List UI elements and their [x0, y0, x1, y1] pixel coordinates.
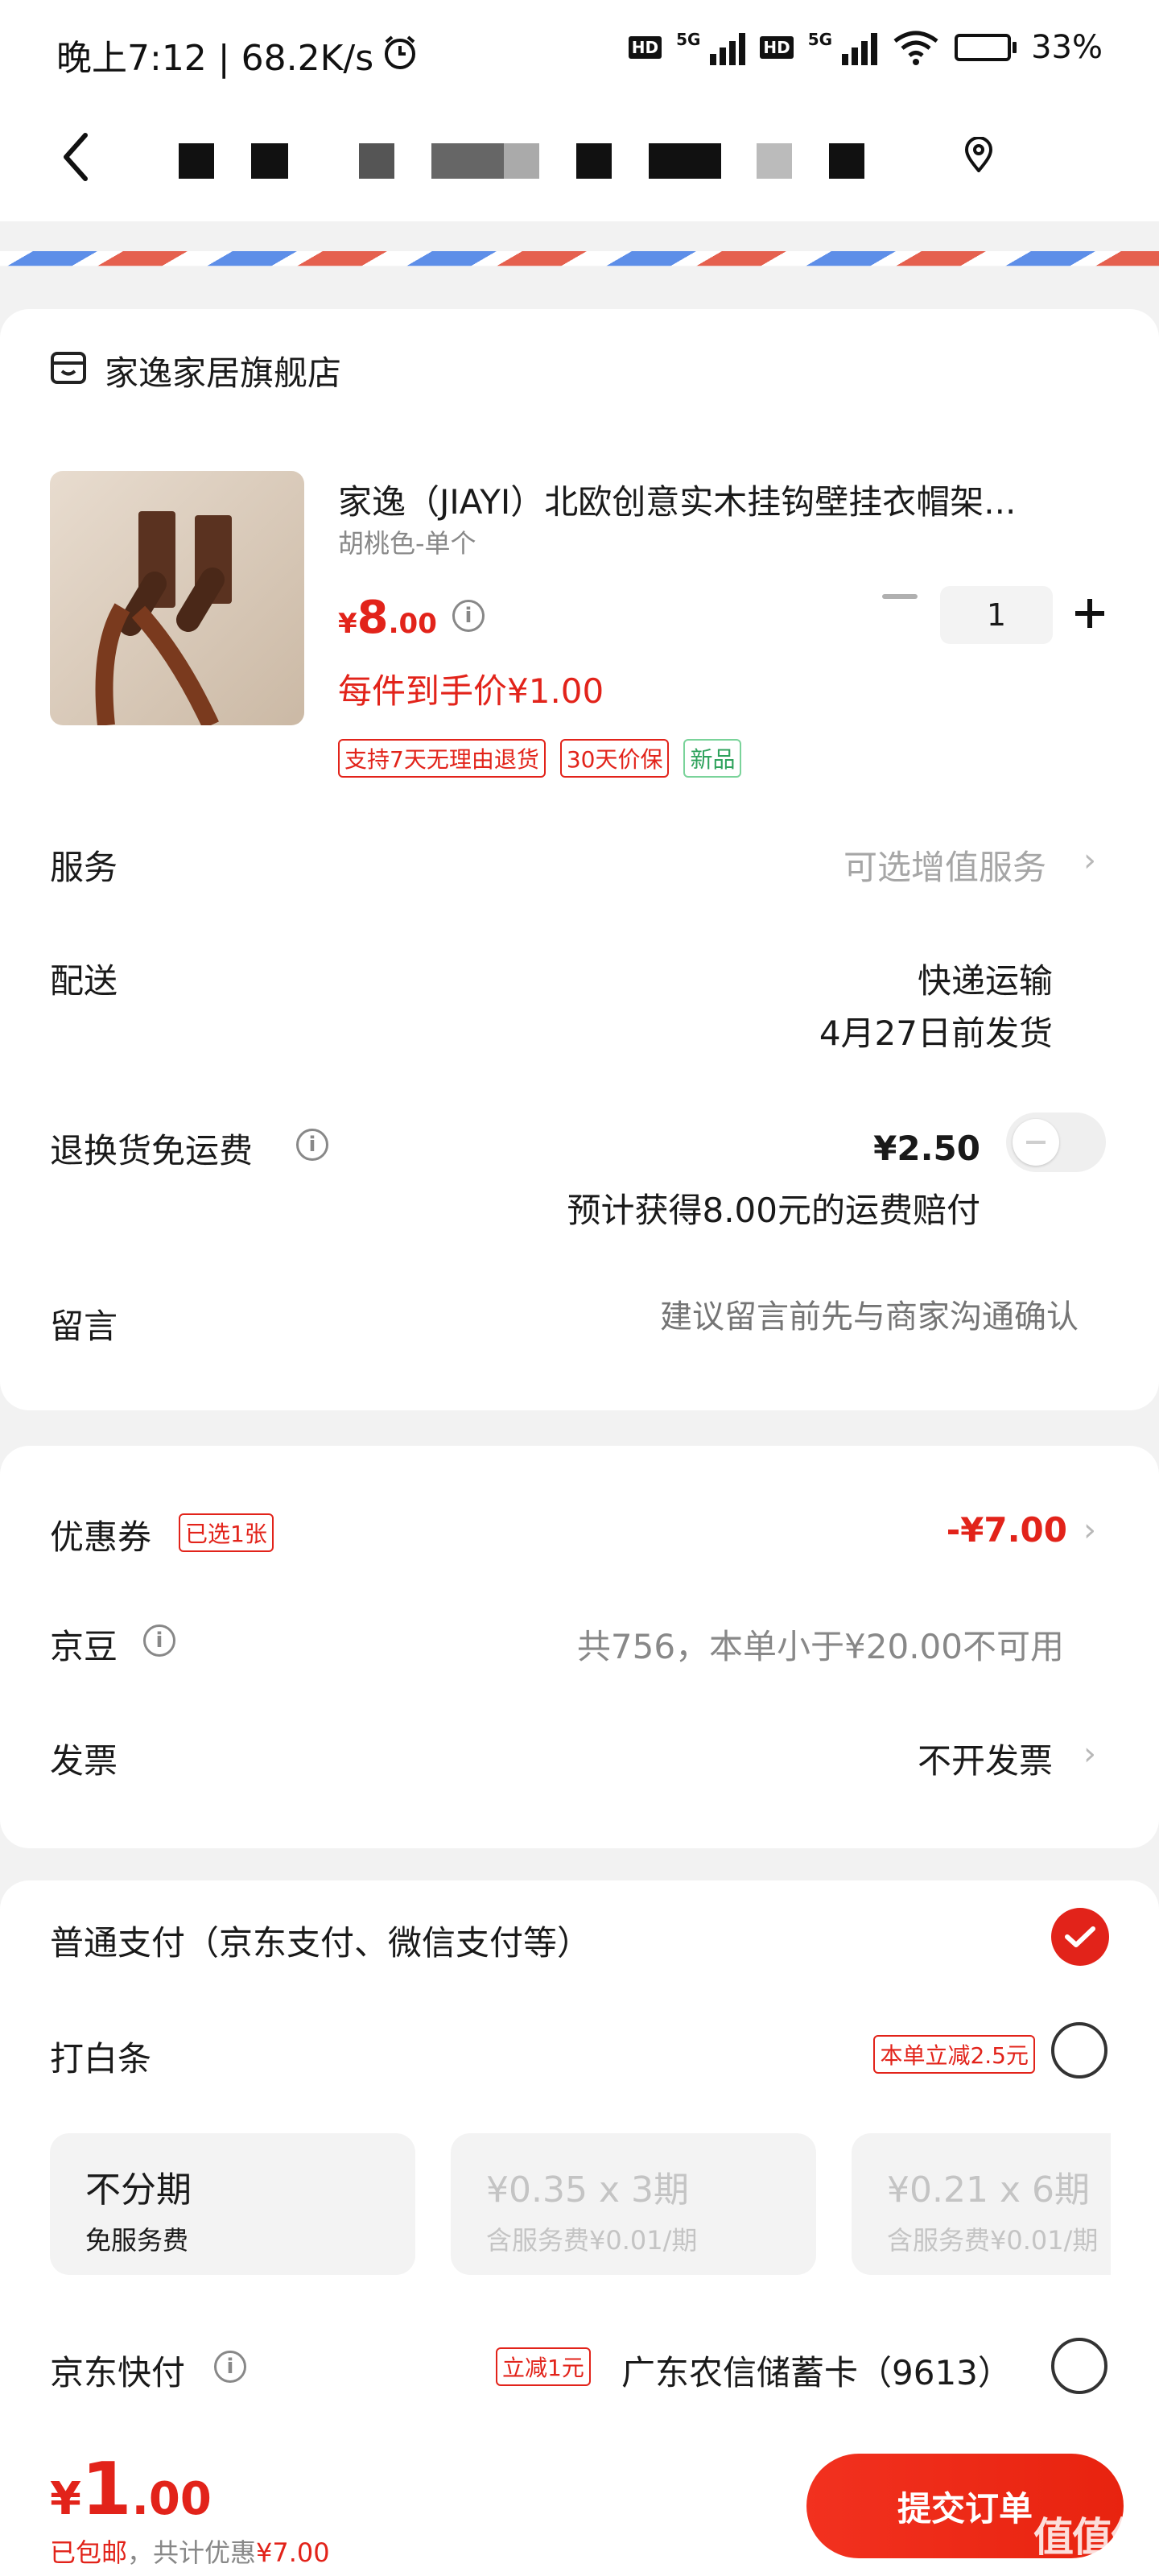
total-int: 1 — [80, 2447, 132, 2532]
beans-info-icon[interactable]: i — [143, 1624, 175, 1657]
invoice-value[interactable]: 不开发票 — [918, 1734, 1053, 1783]
plan-option-6[interactable]: ¥0.21 x 6期 含服务费¥0.01/期 — [852, 2133, 1111, 2275]
plan-none-title: 不分期 — [85, 2169, 192, 2211]
message-input[interactable] — [515, 1293, 1079, 1341]
quickpay-radio[interactable] — [1051, 2338, 1107, 2394]
beans-value: 共756，本单小于¥20.00不可用 — [576, 1627, 1064, 1666]
checkmark-icon — [1065, 1926, 1095, 1947]
redacted-address-7 — [649, 143, 721, 179]
plan-option-3[interactable]: ¥0.35 x 3期 含服务费¥0.01/期 — [451, 2133, 816, 2275]
redacted-address-8 — [757, 143, 792, 179]
normal-pay-radio[interactable] — [1051, 1908, 1109, 1966]
message-label: 留言 — [50, 1307, 118, 1346]
delivery-label: 配送 — [50, 961, 118, 1001]
location-pin-icon — [964, 137, 993, 172]
beans-label: 京豆 — [50, 1627, 118, 1666]
plan-none-sub: 免服务费 — [85, 2225, 189, 2256]
product-title[interactable]: 家逸（JIAYI）北欧创意实木挂钩壁挂衣帽架... — [338, 475, 1095, 524]
quickpay-info-icon[interactable]: i — [214, 2351, 246, 2383]
tag-price-protect: 30天价保 — [559, 739, 670, 778]
baitiao-discount-tag: 本单立减2.5元 — [873, 2035, 1035, 2074]
return-freight-note: 预计获得8.00元的运费赔付 — [567, 1191, 980, 1230]
product-tags: 支持7天无理由退货 30天价保 新品 — [338, 739, 742, 778]
service-label: 服务 — [50, 848, 118, 887]
watermark-logo: 值值值 — [1033, 2514, 1151, 2561]
invoice-label: 发票 — [50, 1741, 118, 1781]
product-image[interactable] — [50, 471, 304, 725]
price-int: 8 — [357, 592, 389, 644]
battery-percent: 33% — [1031, 29, 1103, 66]
normal-pay-label[interactable]: 普通支付（京东支付、微信支付等） — [50, 1916, 591, 1965]
price-symbol: ¥ — [338, 608, 357, 640]
return-freight-info-icon[interactable]: i — [296, 1129, 328, 1161]
quantity-plus-button[interactable] — [1072, 596, 1107, 631]
hd-icon-2: HD — [760, 36, 794, 59]
coupon-value[interactable]: -¥7.00 — [947, 1510, 1067, 1550]
coupon-chevron-icon[interactable]: › — [1083, 1512, 1096, 1549]
wooden-hook-picture — [95, 511, 232, 725]
discount-note: ，共计优惠 — [127, 2537, 257, 2568]
shop-name[interactable]: 家逸家居旗舰店 — [105, 346, 341, 395]
tag-new: 新品 — [683, 739, 742, 778]
product-variant[interactable]: 胡桃色-单个 — [338, 523, 476, 560]
plan-6-sub: 含服务费¥0.01/期 — [887, 2225, 1099, 2256]
service-chevron-icon[interactable]: › — [1083, 842, 1096, 879]
product-price: ¥8.00 — [338, 592, 437, 644]
status-icons: HD 5G HD 5G 33% — [628, 29, 1103, 66]
battery-icon — [955, 34, 1017, 61]
alarm-icon — [385, 35, 415, 69]
back-icon[interactable] — [56, 129, 97, 185]
signal-icon-2 — [842, 30, 878, 65]
total-dec: .00 — [131, 2473, 212, 2525]
shipping-note: 已包邮 — [50, 2537, 128, 2568]
return-freight-price: ¥2.50 — [873, 1129, 980, 1168]
plan-3-sub: 含服务费¥0.01/期 — [486, 2225, 698, 2256]
wifi-icon — [893, 31, 938, 65]
plan-6-title: ¥0.21 x 6期 — [887, 2169, 1090, 2211]
redacted-address-4 — [431, 143, 504, 179]
coupon-label: 优惠券 — [50, 1517, 152, 1557]
quickpay-card[interactable]: 广东农信储蓄卡（9613） — [621, 2346, 1012, 2395]
redacted-address-6 — [576, 143, 612, 179]
plan-3-title: ¥0.35 x 3期 — [486, 2169, 689, 2211]
delivery-date: 4月27日前发货 — [819, 1013, 1053, 1053]
service-value[interactable]: 可选增值服务 — [843, 840, 1046, 890]
status-time: 晚上7:12 | 68.2K/s — [56, 38, 374, 79]
redacted-address-3 — [359, 143, 394, 179]
coupon-selected-tag: 已选1张 — [179, 1513, 274, 1552]
signal-icon — [710, 30, 746, 65]
delivery-method[interactable]: 快递运输 — [918, 954, 1053, 1003]
redacted-address-9 — [829, 143, 864, 179]
baitiao-label[interactable]: 打白条 — [50, 2032, 151, 2081]
baitiao-radio[interactable] — [1051, 2022, 1107, 2079]
redacted-address-2 — [251, 143, 288, 179]
return-freight-toggle[interactable] — [1006, 1113, 1106, 1172]
quickpay-label[interactable]: 京东快付 — [50, 2346, 185, 2395]
quantity-minus-button[interactable] — [882, 594, 918, 599]
envelope-stripe — [0, 251, 1159, 266]
footer-note: 已包邮，共计优惠¥7.00 — [50, 2533, 330, 2570]
return-freight-label: 退换货免运费 — [50, 1131, 254, 1170]
discount-value: ¥7.00 — [256, 2537, 330, 2568]
redacted-address-1 — [179, 143, 214, 179]
shop-icon — [51, 352, 86, 384]
redacted-address-5 — [504, 143, 539, 179]
network-5g-label-2: 5G — [807, 30, 833, 49]
total-symbol: ¥ — [50, 2473, 81, 2525]
quickpay-discount-tag: 立减1元 — [496, 2347, 591, 2386]
total-price: ¥1.00 — [50, 2447, 212, 2532]
final-price: 每件到手价¥1.00 — [338, 671, 604, 711]
price-info-icon[interactable]: i — [452, 600, 485, 632]
network-5g-label: 5G — [676, 30, 701, 49]
quantity-input[interactable]: 1 — [940, 586, 1053, 644]
invoice-chevron-icon[interactable]: › — [1083, 1736, 1096, 1773]
plan-option-none[interactable]: 不分期 免服务费 — [50, 2133, 415, 2275]
price-dec: .00 — [388, 608, 437, 640]
tag-7day-return: 支持7天无理由退货 — [338, 739, 546, 778]
hd-icon: HD — [628, 36, 662, 59]
